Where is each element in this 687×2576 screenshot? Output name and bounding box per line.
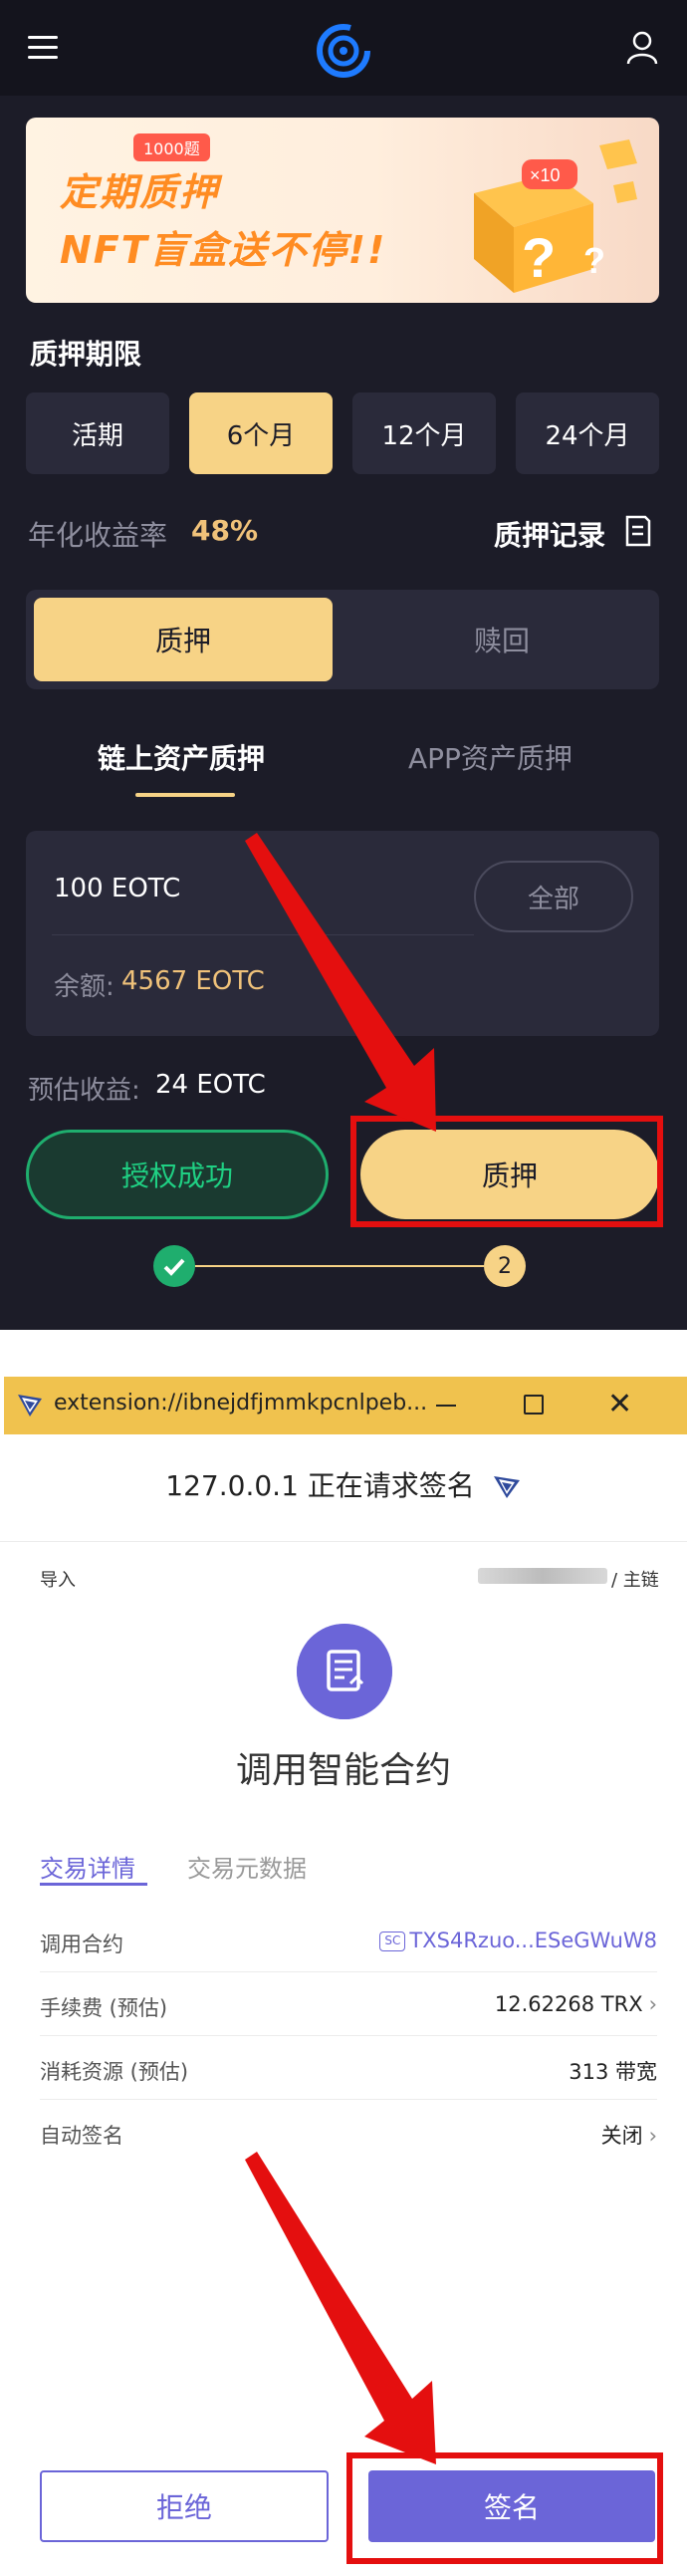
period-option-12m[interactable]: 12个月 [352, 392, 496, 474]
authorize-button[interactable]: 授权成功 [26, 1130, 329, 1219]
smart-contract-icon [297, 1624, 392, 1719]
tab-stake[interactable]: 质押 [34, 598, 333, 681]
minimize-icon[interactable] [436, 1405, 456, 1407]
detail-row-auto-sign[interactable]: 自动签名 关闭 › [40, 2100, 657, 2164]
user-icon[interactable] [625, 30, 659, 66]
tab-transaction-metadata[interactable]: 交易元数据 [187, 1849, 307, 1884]
app-header [0, 0, 687, 96]
detail-row-fee[interactable]: 手续费 (预估) 12.62268 TRX › [40, 1972, 657, 2036]
divider [0, 1541, 687, 1542]
menu-icon[interactable] [28, 36, 60, 60]
detail-label: 消耗资源 (预估) [40, 2060, 189, 2084]
detail-value: 关闭 › [601, 2120, 657, 2150]
period-option-24m[interactable]: 24个月 [516, 392, 659, 474]
resource-value: 313 带宽 [569, 2060, 657, 2084]
chevron-right-icon: › [648, 2124, 657, 2148]
banner-headline: 定期质押 [60, 170, 220, 214]
window-title: extension://ibnejdfjmmkpcnlpeb... [54, 1391, 428, 1416]
apy-value: 48% [191, 514, 259, 547]
amount-card: 全部 余额: 4567 EOTC [26, 831, 659, 1036]
stake-records-link[interactable]: 质押记录 [494, 514, 605, 554]
tab-redeem[interactable]: 赎回 [352, 598, 651, 681]
period-option-flexible[interactable]: 活期 [26, 392, 169, 474]
estimated-earnings-value: 24 EOTC [155, 1070, 266, 1100]
max-amount-button[interactable]: 全部 [474, 861, 633, 932]
wallet-extension-icon [18, 1395, 42, 1417]
detail-label: 调用合约 [40, 1932, 123, 1956]
banner-subheadline: NFT盲盒送不停!! [60, 228, 387, 272]
redacted-account-name [478, 1568, 607, 1584]
detail-label: 自动签名 [40, 2124, 123, 2148]
step-progress-line [195, 1265, 484, 1267]
period-selector: 活期 6个月 12个月 24个月 [26, 392, 663, 474]
stake-period-title: 质押期限 [30, 338, 142, 371]
active-tab-indicator [40, 1883, 147, 1886]
document-icon[interactable] [623, 514, 653, 548]
svg-text:?: ? [522, 226, 556, 289]
staking-app: 1000题 定期质押 NFT盲盒送不停!! ? ? ×10 质押期限 活期 6个… [0, 0, 687, 1330]
detail-row-contract: 调用合约 SC TXS4Rzuo...ESeGWuW8 [40, 1909, 657, 1972]
banner-multiplier: ×10 [530, 165, 561, 185]
step-complete-check-icon [153, 1245, 195, 1287]
maximize-icon[interactable] [524, 1395, 544, 1415]
balance-label: 余额: [54, 972, 114, 1002]
window-titlebar: extension://ibnejdfjmmkpcnlpeb... ✕ [4, 1377, 687, 1434]
apy-label: 年化收益率 [28, 519, 168, 552]
annotation-highlight-box [346, 2452, 663, 2564]
signature-request-header: 127.0.0.1 正在请求签名 [0, 1464, 687, 1504]
detail-value: 12.62268 TRX › [495, 1992, 657, 2016]
svg-text:?: ? [583, 240, 605, 281]
reject-button[interactable]: 拒绝 [40, 2470, 329, 2542]
smart-contract-badge-icon: SC [379, 1932, 406, 1951]
app-logo [317, 24, 370, 78]
signature-request-title: 127.0.0.1 正在请求签名 [165, 1469, 475, 1502]
balance-value: 4567 EOTC [121, 966, 265, 996]
promo-banner[interactable]: 1000题 定期质押 NFT盲盒送不停!! ? ? ×10 [26, 118, 659, 303]
divider [52, 934, 474, 935]
stake-redeem-toggle: 质押 赎回 [26, 590, 659, 689]
period-option-6m[interactable]: 6个月 [189, 392, 333, 474]
close-icon[interactable]: ✕ [607, 1387, 632, 1421]
auto-sign-value: 关闭 [600, 2124, 643, 2148]
fee-value: 12.62268 TRX [494, 1992, 643, 2016]
network-label: / 主链 [611, 1570, 659, 1591]
annotation-highlight-box [350, 1116, 663, 1227]
banner-badge: 1000题 [133, 133, 210, 161]
stake-amount-input[interactable] [54, 861, 472, 916]
tab-onchain-stake[interactable]: 链上资产质押 [98, 737, 265, 777]
detail-label: 手续费 (预估) [40, 1996, 168, 2020]
contract-call-title: 调用智能合约 [235, 1750, 451, 1791]
wallet-sign-popup: extension://ibnejdfjmmkpcnlpeb... ✕ 127.… [0, 1377, 687, 2576]
account-type-label: 导入 [40, 1570, 76, 1591]
mystery-box-icon: ? ? ×10 [474, 139, 637, 293]
tab-app-stake[interactable]: APP资产质押 [408, 737, 572, 777]
estimated-earnings-label: 预估收益: [28, 1076, 140, 1106]
contract-address-link[interactable]: TXS4Rzuo...ESeGWuW8 [409, 1929, 657, 1952]
detail-row-resource: 消耗资源 (预估) 313 带宽 [40, 2036, 657, 2100]
step-indicator-2: 2 [484, 1245, 526, 1287]
wallet-logo-icon [493, 1476, 520, 1498]
detail-value[interactable]: SC TXS4Rzuo...ESeGWuW8 [379, 1929, 657, 1952]
tab-transaction-details[interactable]: 交易详情 [40, 1849, 135, 1884]
chevron-right-icon: › [648, 1992, 657, 2016]
active-tab-indicator [135, 793, 235, 797]
